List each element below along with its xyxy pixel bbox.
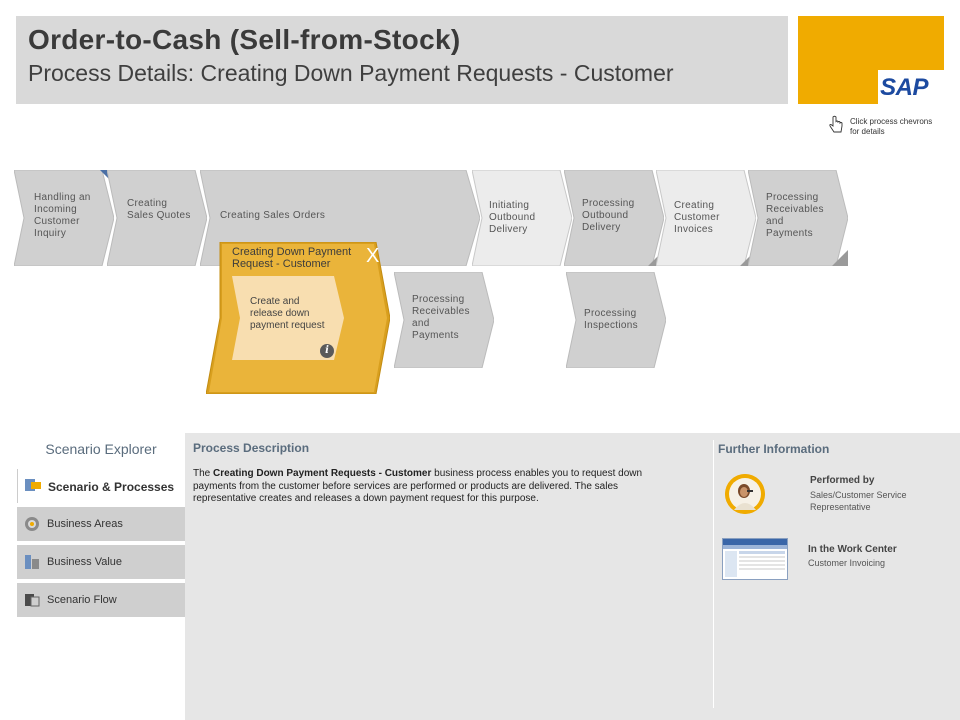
info-icon[interactable]: i: [320, 344, 334, 358]
chevron-label: Processing Receivables and Payments: [766, 192, 824, 239]
chevron-label: Processing Outbound Delivery: [582, 198, 635, 233]
chevron-processing-outbound-delivery[interactable]: Processing Outbound Delivery: [564, 170, 664, 266]
active-chevron-title: Creating Down Payment Request - Customer: [232, 246, 352, 270]
page-subtitle: Process Details: Creating Down Payment R…: [28, 60, 674, 86]
chevron-label: Processing Inspections: [584, 308, 638, 331]
chevron-label: Handling an Incoming Customer Inquiry: [34, 192, 91, 239]
scenario-processes-icon: [25, 479, 41, 491]
header-banner: Order-to-Cash (Sell-from-Stock) Process …: [16, 16, 788, 104]
hand-pointer-icon: [829, 115, 843, 133]
chevron-creating-sales-quotes[interactable]: Creating Sales Quotes: [107, 170, 207, 266]
scenario-explorer-title: Scenario Explorer: [45, 441, 157, 457]
performed-by-value: Sales/Customer Service Representative: [810, 490, 907, 512]
active-chevron-down-payment[interactable]: Creating Down Payment Request - Customer…: [206, 242, 390, 394]
explorer-item-label: Scenario & Processes: [48, 480, 175, 494]
chevron-label: Creating Customer Invoices: [674, 200, 720, 235]
process-name: Creating Down Payment Requests - Custome…: [213, 468, 432, 479]
page-title: Order-to-Cash (Sell-from-Stock): [28, 24, 461, 55]
work-center-thumbnail[interactable]: [722, 538, 788, 580]
person-icon: [725, 474, 765, 514]
hint-text: Click process chevrons for details: [850, 117, 933, 136]
explorer-item-scenario-processes[interactable]: Scenario & Processes: [17, 469, 185, 503]
hint: Click process chevrons for details: [828, 115, 940, 137]
work-center-screenshot-icon: [723, 539, 787, 577]
explorer-item-label: Business Areas: [47, 518, 123, 530]
process-step-label[interactable]: Create and release down payment request: [250, 296, 330, 332]
chevron-initiating-outbound-delivery[interactable]: Initiating Outbound Delivery: [472, 170, 572, 266]
sap-logo: SAP: [798, 16, 944, 104]
process-description-title: Process Description: [193, 441, 310, 455]
performed-by-label: Performed by: [810, 475, 875, 486]
chevron-processing-receivables-2[interactable]: Processing Receivables and Payments: [394, 272, 494, 368]
business-value-icon: [25, 555, 39, 569]
chevron-label: Initiating Outbound Delivery: [489, 200, 536, 235]
chevron-processing-receivables[interactable]: Processing Receivables and Payments: [748, 170, 848, 266]
sap-logo-text: SAP: [880, 74, 928, 101]
close-icon[interactable]: X: [366, 246, 379, 266]
business-areas-icon: [25, 517, 39, 531]
scenario-flow-icon: [25, 594, 40, 607]
explorer-item-business-value[interactable]: Business Value: [17, 545, 185, 579]
explorer-item-business-areas[interactable]: Business Areas: [17, 507, 185, 541]
panel-divider: [713, 440, 714, 708]
chevron-creating-customer-invoices[interactable]: Creating Customer Invoices: [656, 170, 756, 266]
chevron-label: Creating Sales Orders: [220, 210, 326, 221]
explorer-item-label: Scenario Flow: [47, 594, 117, 606]
further-info-title: Further Information: [718, 442, 830, 456]
explorer-item-label: Business Value: [47, 556, 123, 568]
explorer-item-scenario-flow[interactable]: Scenario Flow: [17, 583, 185, 617]
work-center-value: Customer Invoicing: [808, 558, 886, 568]
chevron-handling-inquiry[interactable]: Handling an Incoming Customer Inquiry: [14, 170, 114, 266]
chevron-processing-inspections[interactable]: Processing Inspections: [566, 272, 666, 368]
person-avatar: [725, 474, 765, 514]
chevron-label: Processing Receivables and Payments: [412, 294, 470, 341]
process-description-text: The Creating Down Payment Requests - Cus…: [193, 468, 643, 504]
work-center-label: In the Work Center: [808, 544, 897, 555]
chevron-label: Creating Sales Quotes: [127, 198, 191, 221]
